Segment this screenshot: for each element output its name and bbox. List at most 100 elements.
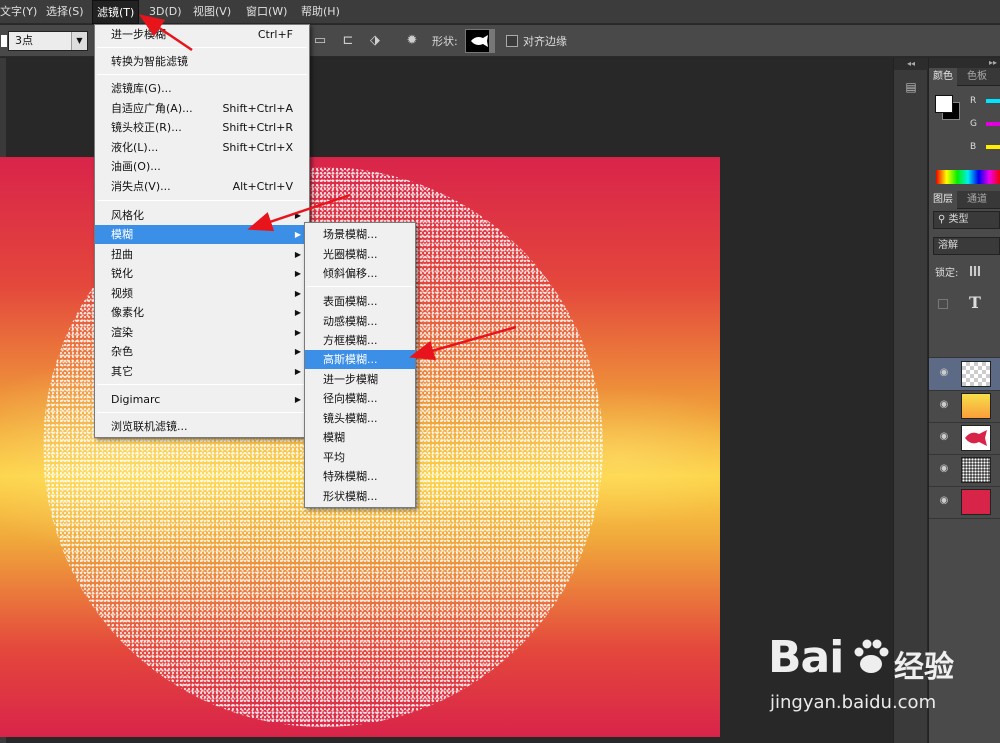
- watermark-brand: Bai: [768, 632, 844, 683]
- menu-item-other[interactable]: 其它 ▶: [95, 362, 309, 381]
- menu-item-pixelate[interactable]: 像素化 ▶: [95, 303, 309, 322]
- history-icon[interactable]: ▤: [902, 80, 920, 98]
- layer-text[interactable]: T: [929, 288, 1000, 358]
- menu-item-last-filter[interactable]: 进一步模糊 Ctrl+F: [95, 25, 309, 44]
- tab-layers[interactable]: 图层: [929, 191, 957, 209]
- tab-color[interactable]: 颜色: [929, 68, 957, 86]
- menu-item-adaptive-wide[interactable]: 自适应广角(A)... Shift+Ctrl+A: [95, 99, 309, 118]
- tab-swatches[interactable]: 色板: [963, 68, 991, 86]
- layer-fish[interactable]: ◉: [929, 422, 1000, 455]
- menu-help[interactable]: 帮助(H): [297, 0, 344, 24]
- menu-item-blur[interactable]: 模糊 ▶: [95, 225, 309, 244]
- item-label: 液化(L)...: [111, 141, 159, 154]
- menu-item-average[interactable]: 平均: [305, 448, 415, 467]
- watermark-url: jingyan.baidu.com: [770, 692, 937, 713]
- filter-menu: 进一步模糊 Ctrl+F 转换为智能滤镜 滤镜库(G)... 自适应广角(A)..…: [94, 24, 310, 438]
- blur-submenu: 场景模糊... 光圈模糊... 倾斜偏移... 表面模糊... 动感模糊... …: [304, 222, 416, 508]
- menu-item-browse-online[interactable]: 浏览联机滤镜...: [95, 417, 309, 436]
- item-label: 像素化: [111, 306, 144, 319]
- menu-item-shape-blur[interactable]: 形状模糊...: [305, 487, 415, 506]
- channel-r-slider[interactable]: [986, 99, 1000, 103]
- chevron-down-icon[interactable]: ▼: [71, 32, 87, 50]
- layer-noise[interactable]: ◉: [929, 454, 1000, 487]
- item-label: 浏览联机滤镜...: [111, 420, 188, 433]
- eye-icon[interactable]: ◉: [938, 431, 950, 443]
- menu-item-lens-blur[interactable]: 镜头模糊...: [305, 409, 415, 428]
- item-label: Digimarc: [111, 393, 161, 406]
- tab-channels[interactable]: 通道: [963, 191, 991, 209]
- menu-separator: [97, 412, 307, 413]
- lock-label: 锁定:: [935, 268, 959, 279]
- foreground-color[interactable]: [935, 95, 953, 113]
- menu-type[interactable]: 文字(Y): [0, 0, 41, 24]
- gear-icon[interactable]: ✹: [404, 33, 420, 49]
- submenu-arrow-icon: ▶: [294, 347, 301, 356]
- menu-item-digimarc[interactable]: Digimarc ▶: [95, 390, 309, 409]
- menu-item-blur-more[interactable]: 进一步模糊: [305, 370, 415, 389]
- shape-dropdown[interactable]: [489, 29, 495, 53]
- menu-item-radial-blur[interactable]: 径向模糊...: [305, 389, 415, 408]
- menu-item-smart-blur[interactable]: 特殊模糊...: [305, 467, 415, 486]
- menu-item-field-blur[interactable]: 场景模糊...: [305, 225, 415, 244]
- collapse-icon[interactable]: ◂◂: [894, 58, 928, 70]
- menu-item-render[interactable]: 渲染 ▶: [95, 323, 309, 342]
- menu-3d[interactable]: 3D(D): [145, 0, 186, 24]
- menu-item-iris-blur[interactable]: 光圈模糊...: [305, 245, 415, 264]
- eye-icon[interactable]: ◉: [938, 495, 950, 507]
- layer-selected[interactable]: ◉: [929, 358, 1000, 391]
- menu-item-gaussian-blur[interactable]: 高斯模糊...: [305, 350, 415, 369]
- menu-item-box-blur[interactable]: 方框模糊...: [305, 331, 415, 350]
- eye-icon[interactable]: ◉: [938, 399, 950, 411]
- menu-window[interactable]: 窗口(W): [242, 0, 291, 24]
- size-field[interactable]: 3点 ▼: [1, 31, 88, 51]
- menu-item-stylize[interactable]: 风格化 ▶: [95, 206, 309, 225]
- visibility-off-box[interactable]: [938, 299, 948, 309]
- menu-item-lens-correction[interactable]: 镜头校正(R)... Shift+Ctrl+R: [95, 118, 309, 137]
- item-label: 杂色: [111, 345, 133, 358]
- item-shortcut: Shift+Ctrl+X: [222, 141, 293, 154]
- menu-bar: 文字(Y) 选择(S) 滤镜(T) 3D(D) 视图(V) 窗口(W) 帮助(H…: [0, 0, 1000, 24]
- menu-separator: [97, 200, 307, 201]
- layer-thumbnail-gradient: [961, 393, 991, 419]
- size-value: 3点: [15, 34, 33, 47]
- menu-item-oil-paint[interactable]: 油画(O)...: [95, 157, 309, 176]
- path-align-icon[interactable]: ⊏: [340, 33, 356, 49]
- path-ops-icon[interactable]: ▭: [312, 33, 328, 49]
- layer-background[interactable]: ◉: [929, 486, 1000, 519]
- shape-picker[interactable]: [465, 29, 495, 53]
- menu-separator: [97, 47, 307, 48]
- menu-item-noise[interactable]: 杂色 ▶: [95, 342, 309, 361]
- layer-kind-filter[interactable]: ⚲ 类型: [933, 211, 1000, 229]
- kind-filter-label: 类型: [948, 214, 969, 225]
- menu-item-video[interactable]: 视频 ▶: [95, 284, 309, 303]
- menu-item-filter-gallery[interactable]: 滤镜库(G)...: [95, 79, 309, 98]
- menu-filter[interactable]: 滤镜(T): [92, 0, 140, 24]
- menu-item-liquify[interactable]: 液化(L)... Shift+Ctrl+X: [95, 138, 309, 157]
- menu-item-sharpen[interactable]: 锐化 ▶: [95, 264, 309, 283]
- menu-item-motion-blur[interactable]: 动感模糊...: [305, 312, 415, 331]
- expand-icon[interactable]: ▸▸: [929, 58, 1000, 68]
- item-label: 镜头校正(R)...: [111, 121, 182, 134]
- item-shortcut: Shift+Ctrl+A: [222, 102, 293, 115]
- menu-item-blur[interactable]: 模糊: [305, 428, 415, 447]
- menu-view[interactable]: 视图(V): [189, 0, 235, 24]
- menu-item-tilt-shift[interactable]: 倾斜偏移...: [305, 264, 415, 283]
- eye-icon[interactable]: ◉: [938, 367, 950, 379]
- channel-g-slider[interactable]: [986, 122, 1000, 126]
- menu-item-surface-blur[interactable]: 表面模糊...: [305, 292, 415, 311]
- menu-item-convert-smart[interactable]: 转换为智能滤镜: [95, 52, 309, 71]
- item-label: 视频: [111, 287, 133, 300]
- color-spectrum[interactable]: [936, 170, 1000, 184]
- channel-b-slider[interactable]: [986, 145, 1000, 149]
- align-edges-checkbox[interactable]: [506, 35, 518, 47]
- menu-item-distort[interactable]: 扭曲 ▶: [95, 245, 309, 264]
- lock-transparent-icon[interactable]: [970, 266, 980, 276]
- menu-item-vanishing-point[interactable]: 消失点(V)... Alt+Ctrl+V: [95, 177, 309, 196]
- layer-tabs: 图层 通道: [929, 191, 1000, 209]
- blend-mode-select[interactable]: 溶解: [933, 237, 1000, 255]
- layer-gradient[interactable]: ◉: [929, 390, 1000, 423]
- eye-icon[interactable]: ◉: [938, 463, 950, 475]
- menu-select[interactable]: 选择(S): [42, 0, 88, 24]
- path-arrange-icon[interactable]: ⬗: [367, 33, 383, 49]
- item-label: 模糊: [111, 228, 133, 241]
